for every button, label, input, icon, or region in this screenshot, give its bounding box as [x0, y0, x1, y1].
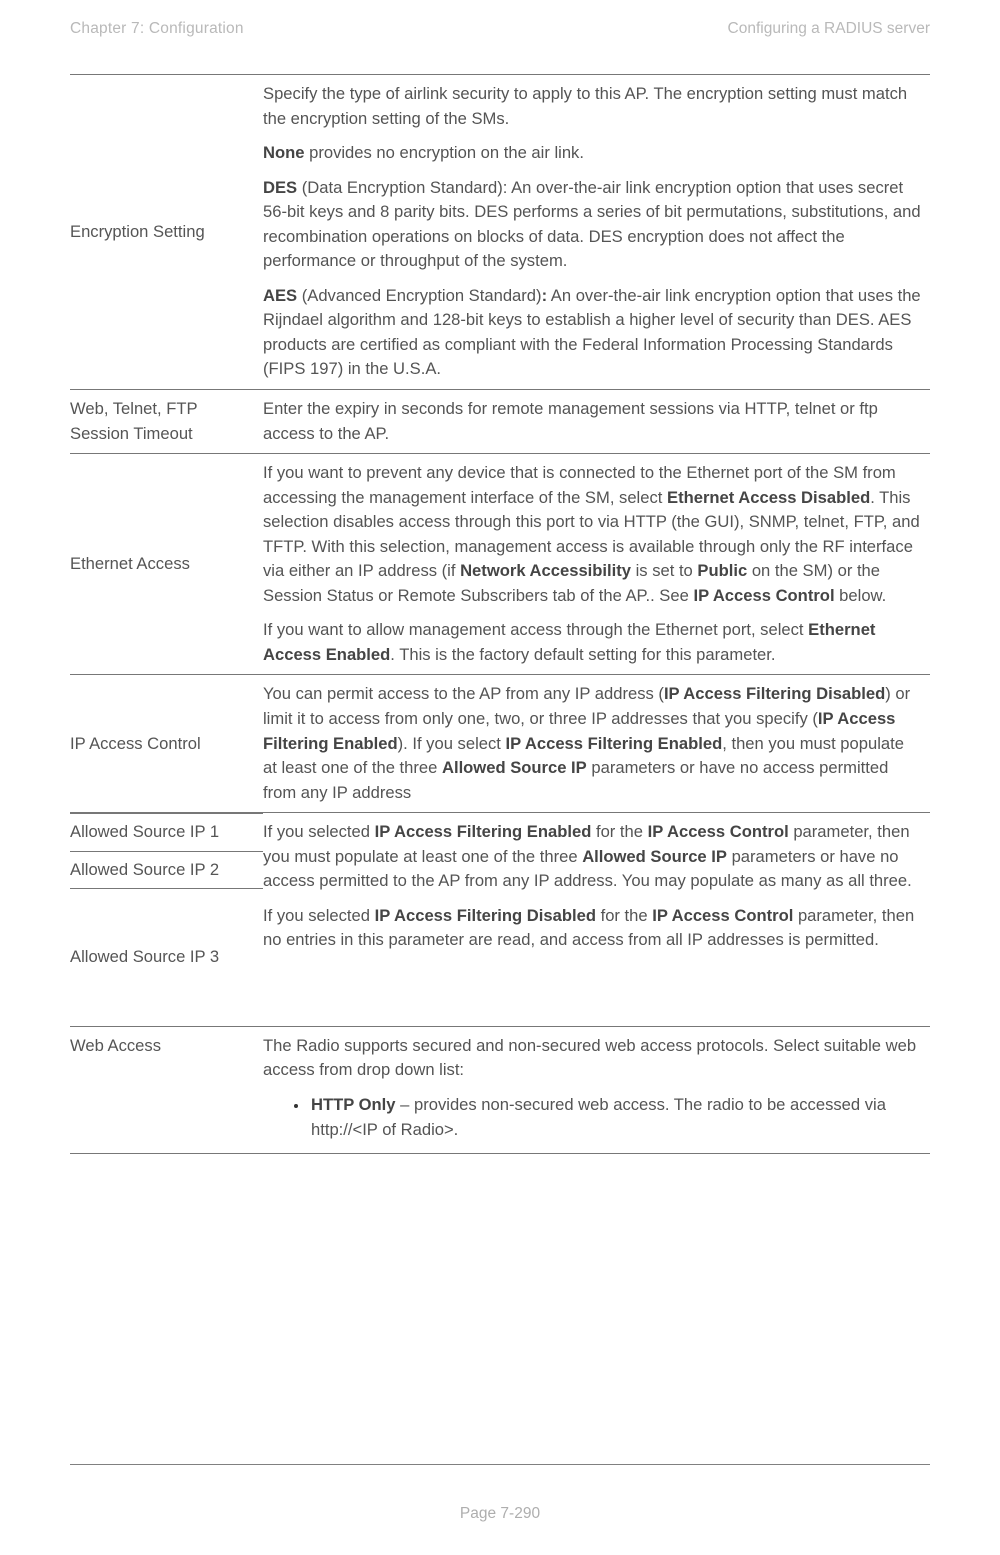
footer-rule — [70, 1464, 930, 1465]
text: None provides no encryption on the air l… — [263, 141, 922, 166]
row-allowed-source-ip: Allowed Source IP 1 Allowed Source IP 2 … — [70, 813, 930, 1027]
list-item: HTTP Only – provides non-secured web acc… — [309, 1093, 922, 1142]
desc-allowed-source-ip: If you selected IP Access Filtering Enab… — [263, 813, 930, 1027]
row-ip-access-control: IP Access Control You can permit access … — [70, 675, 930, 813]
config-table: Encryption Setting Specify the type of a… — [70, 74, 930, 1154]
text: ). If you select — [398, 734, 506, 753]
text: is set to — [631, 561, 697, 580]
text: (Data Encryption Standard): An over-the-… — [263, 178, 921, 271]
row-web-access: Web Access The Radio supports secured an… — [70, 1026, 930, 1153]
text: If you want to allow management access t… — [263, 620, 808, 639]
row-ethernet-access: Ethernet Access If you want to prevent a… — [70, 454, 930, 675]
text: If you selected IP Access Filtering Disa… — [263, 904, 922, 953]
header-chapter: Chapter 7: Configuration — [70, 20, 244, 38]
label-allowed-source-ip-1: Allowed Source IP 1 — [70, 814, 263, 852]
text: . This is the factory default setting fo… — [390, 645, 775, 664]
text: If you selected — [263, 822, 375, 841]
label-web-access: Web Access — [70, 1026, 263, 1153]
page-header: Chapter 7: Configuration Configuring a R… — [70, 20, 930, 74]
term-eth-access-disabled: Ethernet Access Disabled — [667, 488, 870, 507]
text: below. — [835, 586, 887, 605]
web-access-list: HTTP Only – provides non-secured web acc… — [263, 1093, 922, 1142]
desc-encryption-setting: Specify the type of airlink security to … — [263, 75, 930, 390]
text: (Advanced Encryption Standard) — [297, 286, 541, 305]
header-section: Configuring a RADIUS server — [728, 20, 930, 38]
text: for the — [596, 906, 652, 925]
label-allowed-source-ip-group: Allowed Source IP 1 Allowed Source IP 2 … — [70, 813, 263, 1027]
page-footer: Page 7-290 — [0, 1505, 1000, 1523]
label-ip-access-control: IP Access Control — [70, 675, 263, 813]
term-public: Public — [697, 561, 747, 580]
desc-ip-access-control: You can permit access to the AP from any… — [263, 675, 930, 813]
text: DES (Data Encryption Standard): An over-… — [263, 176, 922, 274]
text: You can permit access to the AP from any… — [263, 684, 664, 703]
row-session-timeout: Web, Telnet, FTP Session Timeout Enter t… — [70, 390, 930, 454]
text: If you selected IP Access Filtering Enab… — [263, 820, 922, 894]
text: for the — [591, 822, 647, 841]
term-ip-access-control: IP Access Control — [648, 822, 789, 841]
text: The Radio supports secured and non-secur… — [263, 1034, 922, 1083]
term-ip-filter-disabled: IP Access Filtering Disabled — [375, 906, 596, 925]
label-ethernet-access: Ethernet Access — [70, 454, 263, 675]
term-network-accessibility: Network Accessibility — [460, 561, 631, 580]
text: provides no encryption on the air link. — [304, 143, 584, 162]
text: If you want to allow management access t… — [263, 618, 922, 667]
label-allowed-source-ip-3: Allowed Source IP 3 — [70, 889, 263, 1026]
text: – provides non-secured web access. The r… — [311, 1095, 886, 1139]
term-ip-access-control: IP Access Control — [693, 586, 834, 605]
label-allowed-source-ip-2: Allowed Source IP 2 — [70, 851, 263, 889]
text: Specify the type of airlink security to … — [263, 82, 922, 131]
term-des: DES — [263, 178, 297, 197]
term-aes: AES — [263, 286, 297, 305]
text: Enter the expiry in seconds for remote m… — [263, 397, 922, 446]
term-allowed-source-ip: Allowed Source IP — [582, 847, 727, 866]
term-http-only: HTTP Only — [311, 1095, 396, 1114]
text: If you selected — [263, 906, 375, 925]
label-session-timeout: Web, Telnet, FTP Session Timeout — [70, 390, 263, 454]
text: AES (Advanced Encryption Standard): An o… — [263, 284, 922, 382]
label-encryption-setting: Encryption Setting — [70, 75, 263, 390]
term-ip-filter-enabled-2: IP Access Filtering Enabled — [506, 734, 723, 753]
text: You can permit access to the AP from any… — [263, 682, 922, 805]
term-none: None — [263, 143, 304, 162]
term-allowed-source-ip: Allowed Source IP — [442, 758, 587, 777]
term-ip-filter-enabled: IP Access Filtering Enabled — [375, 822, 592, 841]
desc-ethernet-access: If you want to prevent any device that i… — [263, 454, 930, 675]
desc-session-timeout: Enter the expiry in seconds for remote m… — [263, 390, 930, 454]
text: If you want to prevent any device that i… — [263, 461, 922, 608]
term-ip-filter-disabled: IP Access Filtering Disabled — [664, 684, 885, 703]
desc-web-access: The Radio supports secured and non-secur… — [263, 1026, 930, 1153]
term-ip-access-control: IP Access Control — [652, 906, 793, 925]
row-encryption-setting: Encryption Setting Specify the type of a… — [70, 75, 930, 390]
